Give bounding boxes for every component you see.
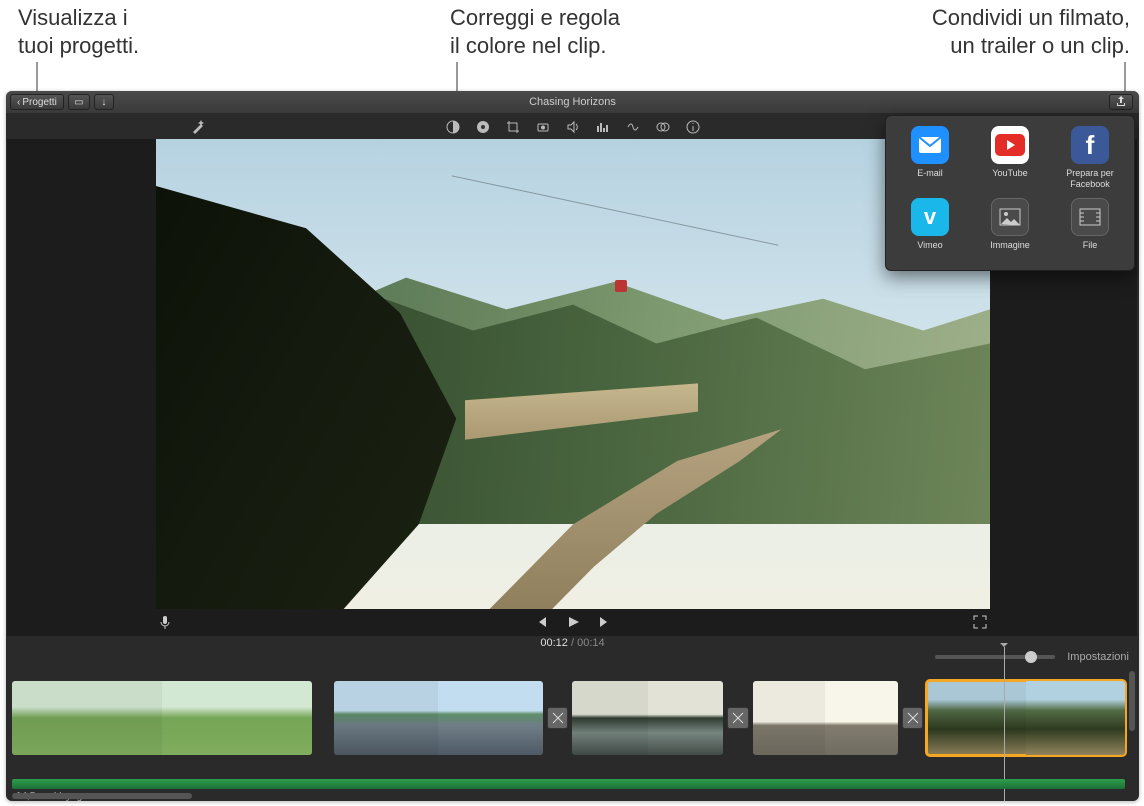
color-wheel-icon[interactable] xyxy=(475,119,491,135)
share-option-label: YouTube xyxy=(992,168,1027,190)
facebook-icon: f xyxy=(1071,126,1109,164)
timecode-display: 00:12 / 00:14 xyxy=(6,637,1139,649)
layout-icon: ▭ xyxy=(74,97,83,108)
next-frame-button[interactable] xyxy=(598,615,612,634)
play-button[interactable] xyxy=(566,615,580,634)
share-option-facebook[interactable]: f Prepara per Facebook xyxy=(1052,126,1128,190)
transition-icon[interactable] xyxy=(727,707,748,729)
prev-frame-button[interactable] xyxy=(534,615,548,634)
chevron-left-icon: ‹ xyxy=(17,97,20,108)
voiceover-mic-button[interactable] xyxy=(158,615,172,634)
stabilize-icon[interactable] xyxy=(535,119,551,135)
file-icon xyxy=(1071,198,1109,236)
imovie-window: ‹ Progetti ▭ ↓ Chasing Horizons xyxy=(6,91,1139,801)
share-option-file[interactable]: File xyxy=(1052,198,1128,262)
fullscreen-button[interactable] xyxy=(973,615,987,634)
preview-frame xyxy=(156,139,990,609)
zoom-slider[interactable] xyxy=(935,655,1055,659)
timeline[interactable] xyxy=(12,671,1125,765)
share-option-label: File xyxy=(1083,240,1098,262)
share-option-youtube[interactable]: YouTube xyxy=(972,126,1048,190)
share-option-label: Prepara per Facebook xyxy=(1052,168,1128,190)
youtube-icon xyxy=(991,126,1029,164)
transition-icon[interactable] xyxy=(547,707,568,729)
project-title: Chasing Horizons xyxy=(6,96,1139,108)
preview-viewer[interactable] xyxy=(156,139,990,609)
share-option-label: Vimeo xyxy=(917,240,942,262)
playhead[interactable] xyxy=(1004,647,1005,801)
back-projects-button[interactable]: ‹ Progetti xyxy=(10,94,64,110)
volume-icon[interactable] xyxy=(565,119,581,135)
share-option-label: E-mail xyxy=(917,168,943,190)
playback-controls xyxy=(6,613,1139,635)
image-icon xyxy=(991,198,1029,236)
share-option-label: Immagine xyxy=(990,240,1030,262)
settings-button[interactable]: Impostazioni xyxy=(1067,651,1129,663)
equalizer-icon[interactable] xyxy=(595,119,611,135)
email-icon xyxy=(911,126,949,164)
timeline-clip[interactable] xyxy=(334,681,543,755)
transition-icon[interactable] xyxy=(902,707,923,729)
audio-track[interactable] xyxy=(12,779,1125,789)
crop-icon[interactable] xyxy=(505,119,521,135)
info-icon[interactable] xyxy=(685,119,701,135)
share-option-vimeo[interactable]: v Vimeo xyxy=(892,198,968,262)
share-option-email[interactable]: E-mail xyxy=(892,126,968,190)
timeline-zoom-row: Impostazioni xyxy=(935,651,1129,663)
import-button[interactable]: ↓ xyxy=(94,94,114,110)
timeline-clip[interactable] xyxy=(572,681,723,755)
timeline-clip[interactable] xyxy=(12,681,312,755)
clip-filter-icon[interactable] xyxy=(655,119,671,135)
vertical-scrollbar[interactable] xyxy=(1129,671,1135,731)
window-toolbar: ‹ Progetti ▭ ↓ Chasing Horizons xyxy=(6,91,1139,113)
noise-reduction-icon[interactable] xyxy=(625,119,641,135)
share-popover: E-mail YouTube f Prepara per Facebook v Vimeo… xyxy=(885,115,1135,271)
share-option-image[interactable]: Immagine xyxy=(972,198,1048,262)
timeline-clip[interactable] xyxy=(753,681,898,755)
vimeo-icon: v xyxy=(911,198,949,236)
color-balance-icon[interactable] xyxy=(445,119,461,135)
horizontal-scrollbar[interactable] xyxy=(12,793,192,799)
download-arrow-icon: ↓ xyxy=(101,97,106,108)
library-layout-button[interactable]: ▭ xyxy=(68,94,90,110)
timeline-clip[interactable] xyxy=(927,681,1125,755)
